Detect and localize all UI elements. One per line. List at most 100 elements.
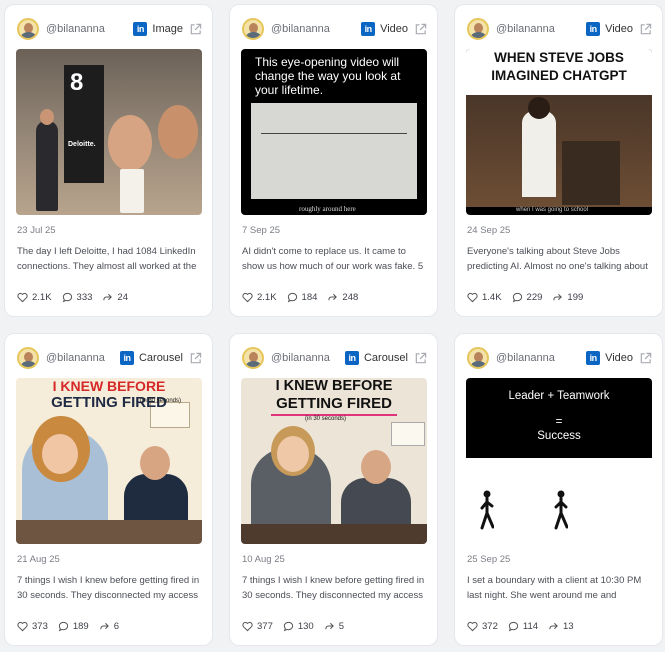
engagement-stats: 373 189 6 [17,621,129,632]
woman-face [42,434,78,474]
external-link-icon[interactable] [189,23,202,36]
manager-face [140,446,170,480]
external-link-icon[interactable] [414,352,427,365]
coffee-cup [120,169,144,213]
post-type: in Image [133,22,202,36]
avatar [17,18,39,40]
comment-icon [512,292,522,303]
author-handle[interactable]: @bilananna [46,23,105,35]
reposts-stat: 5 [324,621,344,632]
author-handle[interactable]: @bilananna [496,23,555,35]
post-carousel-cover[interactable]: I KNEW BEFORE GETTING FIRED (in 30 secon… [241,378,427,544]
post-image[interactable]: 8 Deloitte. [16,49,202,215]
post-date: 23 Jul 25 [17,225,56,236]
linkedin-icon: in [119,351,134,365]
comments-stat: 130 [283,621,314,632]
photo-face [158,105,198,159]
post-video-thumbnail[interactable]: WHEN STEVE JOBS IMAGINED CHATGPT when I … [466,49,652,215]
post-date: 21 Aug 25 [17,554,60,565]
post-carousel-cover[interactable]: I KNEW BEFORE GETTING FIRED (in 30 secon… [16,378,202,544]
post-date: 7 Sep 25 [242,225,281,236]
equation-line2: = [555,416,563,428]
equation-line1: Leader + Teamwork [508,390,610,402]
post-card[interactable]: @bilananna in Carousel I KNEW BEFORE GET… [4,333,213,646]
desk [16,520,202,544]
card-header: @bilananna in Video [467,346,652,370]
post-card[interactable]: @bilananna in Carousel I KNEW BEFORE GET… [229,333,438,646]
engagement-stats: 377 130 5 [242,621,354,632]
likes-stat: 377 [242,621,273,632]
runner-figure [554,490,568,530]
runner-figure [480,490,494,530]
reposts-count: 6 [113,621,120,632]
post-date: 25 Sep 25 [467,554,511,565]
video-headline-line1: WHEN STEVE JOBS [494,50,624,65]
comments-stat: 189 [58,621,89,632]
reposts-stat: 6 [99,621,119,632]
post-type: in Video [586,22,652,36]
engagement-stats: 2.1K 184 248 [242,292,368,303]
post-card[interactable]: @bilananna in Video Leader + Teamwork = … [454,333,663,646]
author-handle[interactable]: @bilananna [46,352,105,364]
share-icon [549,622,558,630]
post-text: I set a boundary with a client at 10:30 … [467,575,642,601]
avatar [242,347,264,369]
comment-icon [508,621,518,632]
post-video-thumbnail[interactable]: Leader + Teamwork = Success [466,378,652,544]
post-type-label: Carousel [138,352,183,364]
card-header: @bilananna in Carousel [242,346,427,370]
comments-count: 184 [301,292,318,303]
author-handle[interactable]: @bilananna [271,352,330,364]
post-type-label: Video [605,23,633,35]
external-link-icon[interactable] [414,23,427,36]
avatar [467,18,489,40]
heart-icon [17,292,28,303]
likes-count: 373 [32,621,48,632]
author-handle[interactable]: @bilananna [496,352,555,364]
comments-stat: 184 [287,292,318,303]
likes-count: 377 [257,621,273,632]
post-date: 10 Aug 25 [242,554,285,565]
author-handle[interactable]: @bilananna [271,23,330,35]
post-video-thumbnail[interactable]: This eye-opening video will change the w… [241,49,427,215]
likes-stat: 2.1K [17,292,52,303]
linkedin-icon: in [133,22,148,36]
avatar [242,18,264,40]
comments-stat: 333 [62,292,93,303]
heart-icon [467,292,478,303]
post-card[interactable]: @bilananna in Image 8 Deloitte. 23 Jul 2… [4,4,213,317]
video-headline-line2: IMAGINED CHATGPT [491,68,627,83]
post-card[interactable]: @bilananna in Video This eye-opening vid… [229,4,438,317]
external-link-icon[interactable] [189,352,202,365]
comments-count: 333 [76,292,93,303]
manager-face [361,450,391,484]
engagement-stats: 2.1K 333 24 [17,292,138,303]
external-link-icon[interactable] [639,23,652,36]
video-caption: roughly around here [299,205,356,213]
heart-icon [242,621,253,632]
speaker-figure [522,111,556,197]
share-icon [325,622,334,630]
reposts-stat: 13 [548,621,574,632]
likes-stat: 372 [467,621,498,632]
post-date: 24 Sep 25 [467,225,511,236]
post-card[interactable]: @bilananna in Video WHEN STEVE JOBS IMAG… [454,4,663,317]
likes-count: 2.1K [257,292,277,303]
card-header: @bilananna in Video [467,17,652,41]
comment-icon [58,621,68,632]
comment-icon [62,292,72,303]
reposts-count: 199 [567,292,584,303]
post-text: 7 things I wish I knew before getting fi… [242,575,425,601]
likes-count: 1.4K [482,292,502,303]
heart-icon [17,621,28,632]
likes-stat: 1.4K [467,292,502,303]
likes-count: 372 [482,621,498,632]
reposts-count: 248 [342,292,359,303]
post-grid: @bilananna in Image 8 Deloitte. 23 Jul 2… [4,4,663,646]
woman-face [277,436,309,472]
headline-sub: (in 30 seconds) [305,416,347,422]
external-link-icon[interactable] [639,352,652,365]
reposts-stat: 248 [327,292,358,303]
post-type: in Video [586,351,652,365]
share-icon [103,293,113,301]
